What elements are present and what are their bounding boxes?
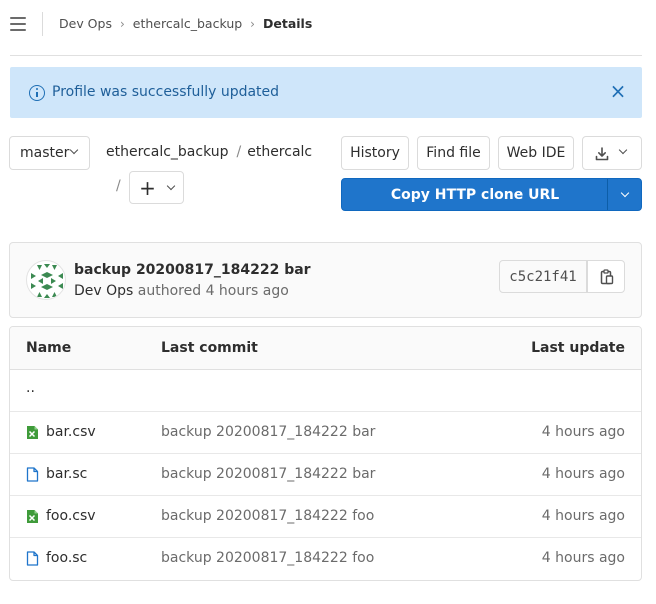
commit-time: 4 hours ago (205, 283, 289, 299)
top-bar: Dev Ops › ethercalc_backup › Details (0, 0, 656, 48)
spreadsheet-file-icon (27, 509, 38, 523)
file-tree-table: Name Last commit Last update .. bar.csv … (9, 326, 642, 581)
chevron-down-icon (166, 181, 176, 191)
file-updated-time: 4 hours ago (541, 424, 625, 440)
file-name[interactable]: foo.sc (46, 550, 87, 566)
avatar[interactable] (26, 260, 66, 300)
clipboard-icon (600, 269, 614, 285)
file-name[interactable]: foo.csv (46, 508, 96, 524)
path-project-link[interactable]: ethercalc_backup (106, 144, 229, 160)
parent-directory-link[interactable]: .. (26, 380, 35, 396)
chevron-down-icon (618, 145, 628, 155)
file-commit-message[interactable]: backup 20200817_184222 bar (161, 466, 375, 482)
history-button[interactable]: History (341, 136, 409, 170)
flash-text: Profile was successfully updated (52, 84, 280, 100)
chevron-right-icon: › (119, 16, 125, 31)
web-ide-button[interactable]: Web IDE (498, 136, 574, 170)
breadcrumb-current[interactable]: Details (263, 16, 312, 31)
download-icon (595, 147, 609, 161)
commit-sha[interactable]: c5c21f41 (499, 260, 587, 293)
file-commit-message[interactable]: backup 20200817_184222 foo (161, 508, 374, 524)
file-name[interactable]: bar.csv (46, 424, 96, 440)
path-separator: / (236, 144, 242, 160)
find-file-button[interactable]: Find file (417, 136, 490, 170)
commit-author[interactable]: Dev Ops (74, 283, 133, 299)
info-icon (29, 85, 45, 101)
file-name-cell[interactable]: foo.sc (26, 550, 87, 566)
add-to-tree-button[interactable]: + (129, 171, 184, 204)
chevron-right-icon: › (250, 16, 255, 31)
table-row: bar.csv backup 20200817_184222 bar 4 hou… (10, 412, 641, 454)
file-name-cell[interactable]: bar.sc (26, 466, 87, 482)
divider (42, 12, 43, 36)
plus-icon: + (139, 175, 156, 200)
file-icon (26, 550, 39, 566)
close-icon[interactable]: × (609, 81, 627, 101)
table-row: bar.sc backup 20200817_184222 bar 4 hour… (10, 454, 641, 496)
breadcrumb-item-group[interactable]: Dev Ops (59, 16, 112, 31)
commit-verb: authored (137, 283, 202, 299)
file-name[interactable]: bar.sc (46, 466, 87, 482)
divider (10, 55, 642, 56)
flash-message: Profile was successfully updated × (10, 67, 642, 118)
file-updated-time: 4 hours ago (541, 508, 625, 524)
file-updated-time: 4 hours ago (541, 550, 625, 566)
file-commit-message[interactable]: backup 20200817_184222 bar (161, 424, 375, 440)
parent-directory-row[interactable]: .. (10, 370, 641, 412)
copy-http-clone-url-button[interactable]: Copy HTTP clone URL (342, 179, 608, 210)
breadcrumb-item-project[interactable]: ethercalc_backup (133, 16, 242, 31)
column-header-name: Name (26, 340, 72, 356)
branch-selector[interactable]: master (9, 136, 90, 170)
clone-button-group: Copy HTTP clone URL (341, 178, 642, 211)
identicon-icon (31, 264, 63, 298)
spreadsheet-file-icon (27, 425, 38, 439)
download-button[interactable] (582, 136, 642, 170)
path-separator: / (116, 178, 121, 194)
table-row: foo.sc backup 20200817_184222 foo 4 hour… (10, 538, 641, 580)
column-header-last-update: Last update (531, 340, 625, 356)
file-commit-message[interactable]: backup 20200817_184222 foo (161, 550, 374, 566)
repo-path: ethercalc_backup / ethercalc (106, 144, 312, 160)
table-header: Name Last commit Last update (10, 327, 641, 370)
breadcrumb: Dev Ops › ethercalc_backup › Details (59, 16, 312, 31)
chevron-down-icon (69, 145, 79, 155)
copy-sha-button[interactable] (587, 260, 625, 293)
file-name-cell[interactable]: bar.csv (26, 424, 96, 440)
commit-title[interactable]: backup 20200817_184222 bar (74, 262, 311, 278)
file-name-cell[interactable]: foo.csv (26, 508, 96, 524)
chevron-down-icon[interactable] (620, 188, 630, 198)
table-row: foo.csv backup 20200817_184222 foo 4 hou… (10, 496, 641, 538)
file-icon (26, 466, 39, 482)
last-commit-panel: backup 20200817_184222 bar Dev Ops autho… (9, 242, 642, 318)
hamburger-menu-icon[interactable] (10, 17, 26, 31)
commit-meta: Dev Ops authored 4 hours ago (74, 283, 289, 299)
column-header-last-commit: Last commit (161, 340, 258, 356)
file-updated-time: 4 hours ago (541, 466, 625, 482)
divider (607, 179, 608, 210)
path-folder-link[interactable]: ethercalc (247, 144, 312, 160)
branch-label: master (20, 145, 70, 161)
